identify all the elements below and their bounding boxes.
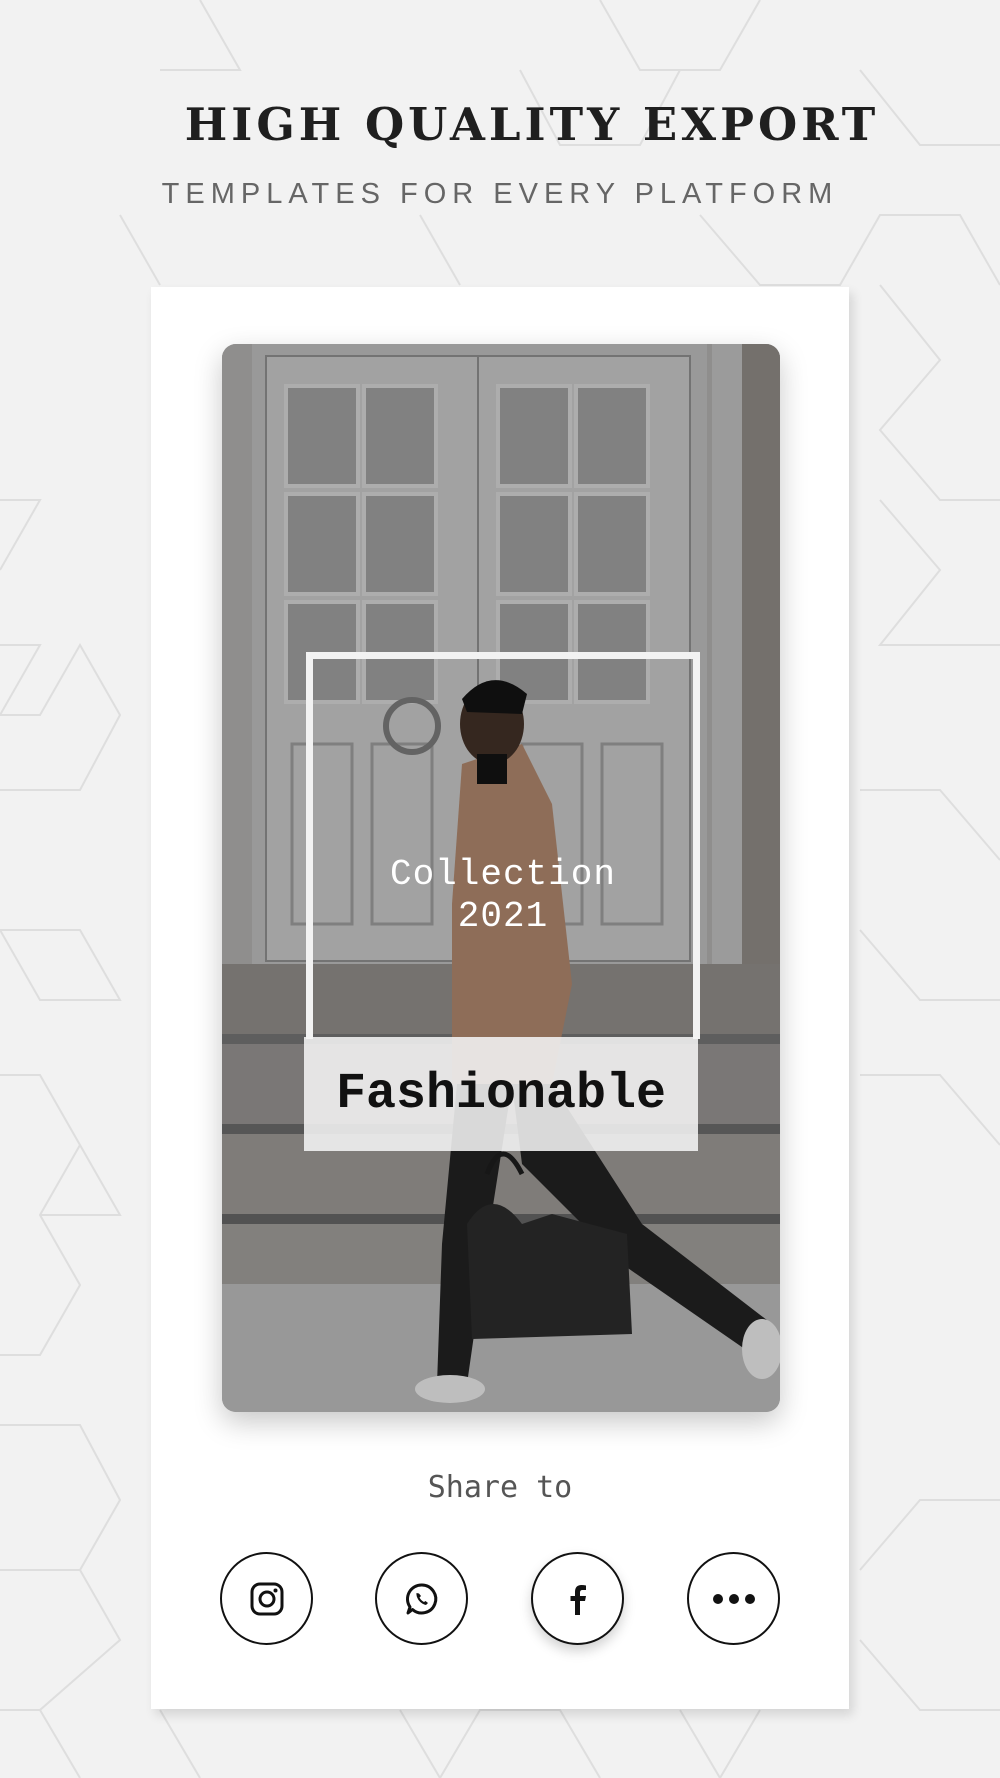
- template-preview[interactable]: Collection 2021 Fashionable: [222, 344, 780, 1412]
- share-label: Share to: [427, 1470, 573, 1505]
- preview-frame: [306, 652, 700, 1039]
- page-subtitle: TEMPLATES FOR EVERY PLATFORM: [161, 178, 839, 210]
- more-icon: [712, 1593, 755, 1604]
- facebook-icon: [570, 1584, 586, 1615]
- collection-text: Collection 2021: [306, 854, 700, 938]
- collection-line1: Collection: [389, 854, 617, 895]
- facebook-share-button[interactable]: [531, 1552, 624, 1645]
- collection-line2: 2021: [457, 896, 549, 937]
- whatsapp-share-button[interactable]: [375, 1552, 468, 1645]
- instagram-icon: [250, 1582, 283, 1615]
- brand-box: Fashionable: [304, 1037, 698, 1151]
- brand-text: Fashionable: [335, 1065, 667, 1123]
- whatsapp-icon: [405, 1582, 437, 1614]
- instagram-share-button[interactable]: [220, 1552, 313, 1645]
- more-share-button[interactable]: [687, 1552, 780, 1645]
- page-title: HIGH QUALITY EXPORT: [184, 98, 880, 151]
